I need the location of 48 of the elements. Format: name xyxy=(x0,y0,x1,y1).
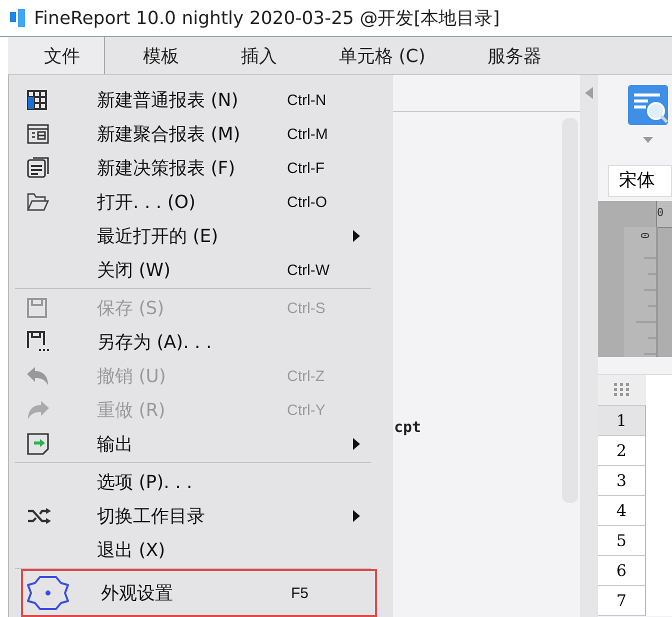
shuffle-icon xyxy=(27,508,51,524)
redo-icon xyxy=(27,401,49,419)
window-title: FineReport 10.0 nightly 2020-03-25 @开发[本地目录] xyxy=(34,7,500,30)
menu-item[interactable]: 打开. . . (O) Ctrl-O xyxy=(9,185,393,219)
dashboard-icon xyxy=(27,157,49,179)
preview-icon[interactable] xyxy=(626,83,670,127)
menu-item[interactable]: 输出 xyxy=(9,427,393,461)
menu-item[interactable]: 选项 (P). . . xyxy=(9,465,393,499)
menu-tab[interactable]: 服务器 xyxy=(463,37,566,74)
file-name-text: cpt xyxy=(394,418,422,436)
submenu-arrow-icon xyxy=(353,438,360,450)
row-header[interactable]: 1 xyxy=(598,406,646,436)
menu-tab[interactable]: 文件 xyxy=(8,37,105,74)
undo-icon xyxy=(27,367,49,385)
submenu-arrow-icon xyxy=(353,230,360,242)
font-field[interactable]: 宋体 xyxy=(608,165,672,197)
collapse-icon[interactable] xyxy=(585,87,593,99)
row-header[interactable]: 5 xyxy=(598,526,646,556)
menu-item[interactable]: 退出 (X) xyxy=(9,533,393,567)
export-icon xyxy=(27,433,49,455)
menu-item[interactable]: 切换工作目录 xyxy=(9,499,393,533)
grid-icon xyxy=(27,90,47,110)
row-header[interactable]: 6 xyxy=(598,556,646,586)
save-icon xyxy=(27,298,47,318)
menu-item[interactable]: 最近打开的 (E) xyxy=(9,219,393,253)
row-header[interactable]: 2 xyxy=(598,436,646,466)
menu-tab[interactable]: 插入 xyxy=(217,37,301,74)
menu-item[interactable]: 另存为 (A). . . xyxy=(9,325,393,359)
menu-item[interactable]: 新建决策报表 (F) Ctrl-F xyxy=(9,151,393,185)
ruler-label: 0 xyxy=(657,206,664,219)
row-header[interactable]: 4 xyxy=(598,496,646,526)
row-header[interactable]: 3 xyxy=(598,466,646,496)
menu-item[interactable]: 新建聚合报表 (M) Ctrl-M xyxy=(9,117,393,151)
select-all-icon[interactable] xyxy=(614,383,630,397)
menu-tab[interactable]: 单元格 (C) xyxy=(315,37,450,74)
menu-tab[interactable]: 模板 xyxy=(119,37,203,74)
menu-item[interactable]: 新建普通报表 (N) Ctrl-N xyxy=(9,83,393,117)
row-header[interactable]: 7 xyxy=(598,586,646,616)
table-icon xyxy=(27,124,49,144)
app-logo-icon xyxy=(10,9,26,27)
save-as-icon xyxy=(27,331,49,353)
submenu-arrow-icon xyxy=(353,510,360,522)
settings-icon xyxy=(27,575,69,611)
menu-item[interactable]: 外观设置 F5 xyxy=(23,571,375,615)
folder-icon xyxy=(27,193,49,211)
ruler-label: 0 xyxy=(638,232,652,239)
menu-item[interactable]: 关闭 (W) Ctrl-W xyxy=(9,253,393,287)
dropdown-caret-icon[interactable] xyxy=(643,137,653,143)
